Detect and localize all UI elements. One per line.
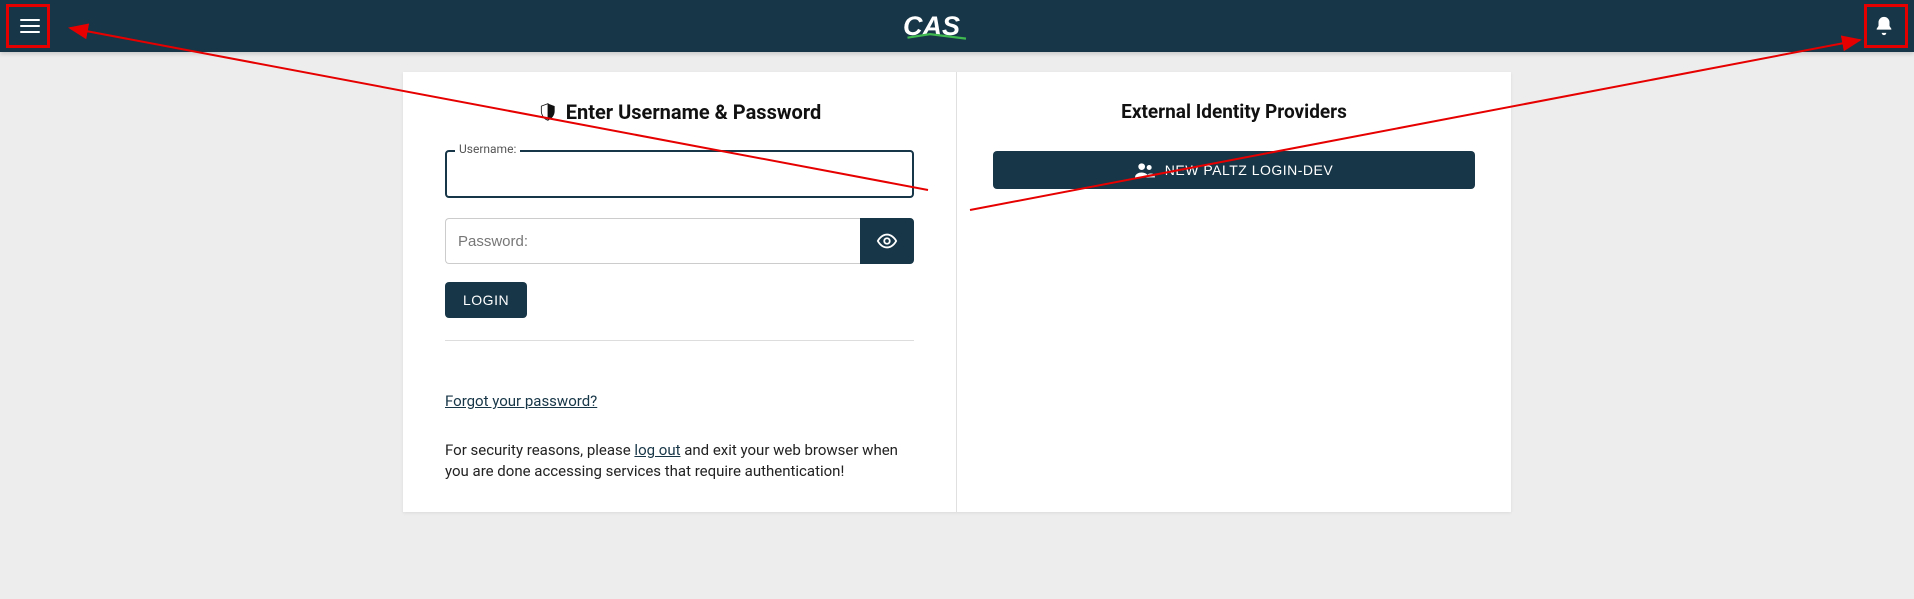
external-provider-button[interactable]: NEW PALTZ LOGIN-DEV [993, 151, 1475, 189]
shield-icon [538, 102, 558, 122]
password-input[interactable] [445, 218, 860, 264]
people-icon [1135, 162, 1155, 178]
notifications-icon[interactable] [1872, 14, 1896, 38]
login-title-text: Enter Username & Password [566, 100, 821, 124]
provider-button-label: NEW PALTZ LOGIN-DEV [1165, 162, 1333, 178]
external-providers-panel: External Identity Providers NEW PALTZ LO… [957, 72, 1511, 512]
main-content: Enter Username & Password Username: LOGI… [0, 52, 1914, 512]
password-field-group [445, 218, 914, 264]
login-card: Enter Username & Password Username: LOGI… [403, 72, 1511, 512]
security-notice: For security reasons, please log out and… [445, 440, 914, 482]
username-input[interactable] [445, 150, 914, 198]
username-field-group: Username: [445, 150, 914, 198]
menu-icon[interactable] [18, 14, 42, 38]
eye-icon [876, 230, 898, 252]
app-logo: CAS [903, 8, 1011, 44]
app-header: CAS [0, 0, 1914, 52]
login-button[interactable]: LOGIN [445, 282, 527, 318]
divider [445, 340, 914, 341]
login-title: Enter Username & Password [445, 100, 914, 124]
security-prefix: For security reasons, please [445, 441, 634, 459]
username-label: Username: [455, 142, 520, 156]
providers-title: External Identity Providers [993, 100, 1475, 123]
toggle-password-visibility-button[interactable] [860, 218, 914, 264]
forgot-password-link[interactable]: Forgot your password? [445, 392, 597, 410]
login-panel: Enter Username & Password Username: LOGI… [403, 72, 957, 512]
logout-link[interactable]: log out [634, 441, 680, 459]
